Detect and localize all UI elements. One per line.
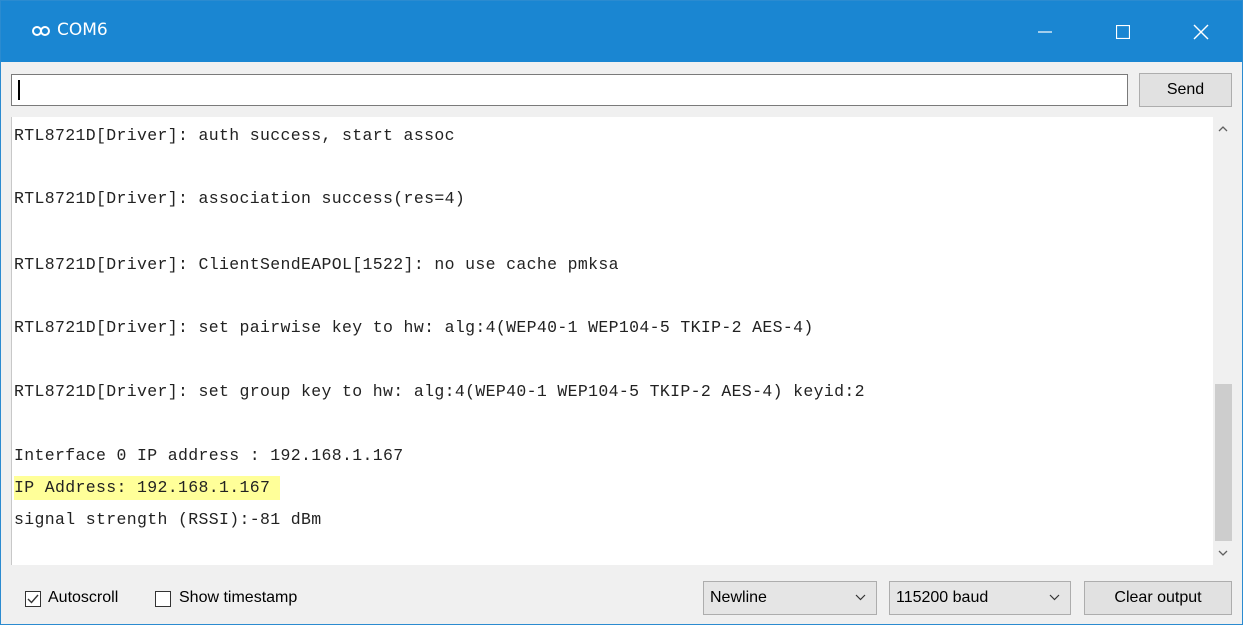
maximize-icon (1116, 24, 1130, 39)
log-line: RTL8721D[Driver]: set pairwise key to hw… (14, 318, 814, 337)
chevron-down-icon (1218, 550, 1228, 556)
log-line-highlighted: IP Address: 192.168.1.167 (14, 476, 281, 500)
text-caret (18, 80, 20, 100)
serial-output[interactable]: RTL8721D[Driver]: auth success, start as… (11, 117, 1233, 565)
checkmark-icon (27, 594, 39, 604)
arduino-icon (32, 26, 50, 36)
window-title: COM6 (57, 20, 108, 40)
title-bar[interactable]: COM6 (1, 1, 1242, 62)
send-row: Send (1, 62, 1242, 117)
serial-monitor-window: COM6 Send RTL8721D[Driver]: auth success… (0, 0, 1243, 625)
clear-output-button[interactable]: Clear output (1084, 581, 1232, 615)
maximize-button[interactable] (1093, 1, 1153, 62)
autoscroll-checkbox[interactable] (25, 591, 41, 607)
log-line: signal strength (RSSI):-81 dBm (14, 510, 322, 529)
log-line: Interface 0 IP address : 192.168.1.167 (14, 446, 404, 465)
vertical-scrollbar[interactable] (1213, 117, 1233, 565)
line-ending-select[interactable]: Newline (703, 581, 877, 615)
scroll-down-button[interactable] (1213, 541, 1233, 565)
chevron-down-icon (855, 594, 866, 601)
log-line: RTL8721D[Driver]: ClientSendEAPOL[1522]:… (14, 255, 619, 274)
footer-bar: Autoscroll Show timestamp Newline 115200… (1, 565, 1242, 624)
minimize-icon (1038, 30, 1052, 33)
close-icon (1193, 24, 1209, 39)
send-button[interactable]: Send (1139, 73, 1232, 107)
send-input[interactable] (11, 74, 1128, 106)
log-line: RTL8721D[Driver]: set group key to hw: a… (14, 382, 865, 401)
scrollbar-thumb[interactable] (1215, 384, 1232, 541)
chevron-down-icon (1049, 594, 1060, 601)
chevron-up-icon (1218, 126, 1228, 132)
scroll-up-button[interactable] (1213, 117, 1233, 141)
minimize-button[interactable] (1015, 1, 1075, 62)
log-line: RTL8721D[Driver]: auth success, start as… (14, 126, 455, 145)
baud-rate-select[interactable]: 115200 baud (889, 581, 1071, 615)
baud-rate-value: 115200 baud (896, 589, 989, 606)
show-timestamp-label[interactable]: Show timestamp (179, 589, 297, 607)
close-button[interactable] (1171, 1, 1231, 62)
log-line: RTL8721D[Driver]: association success(re… (14, 189, 466, 208)
show-timestamp-checkbox[interactable] (155, 591, 171, 607)
autoscroll-label[interactable]: Autoscroll (48, 589, 118, 607)
line-ending-value: Newline (710, 589, 767, 606)
